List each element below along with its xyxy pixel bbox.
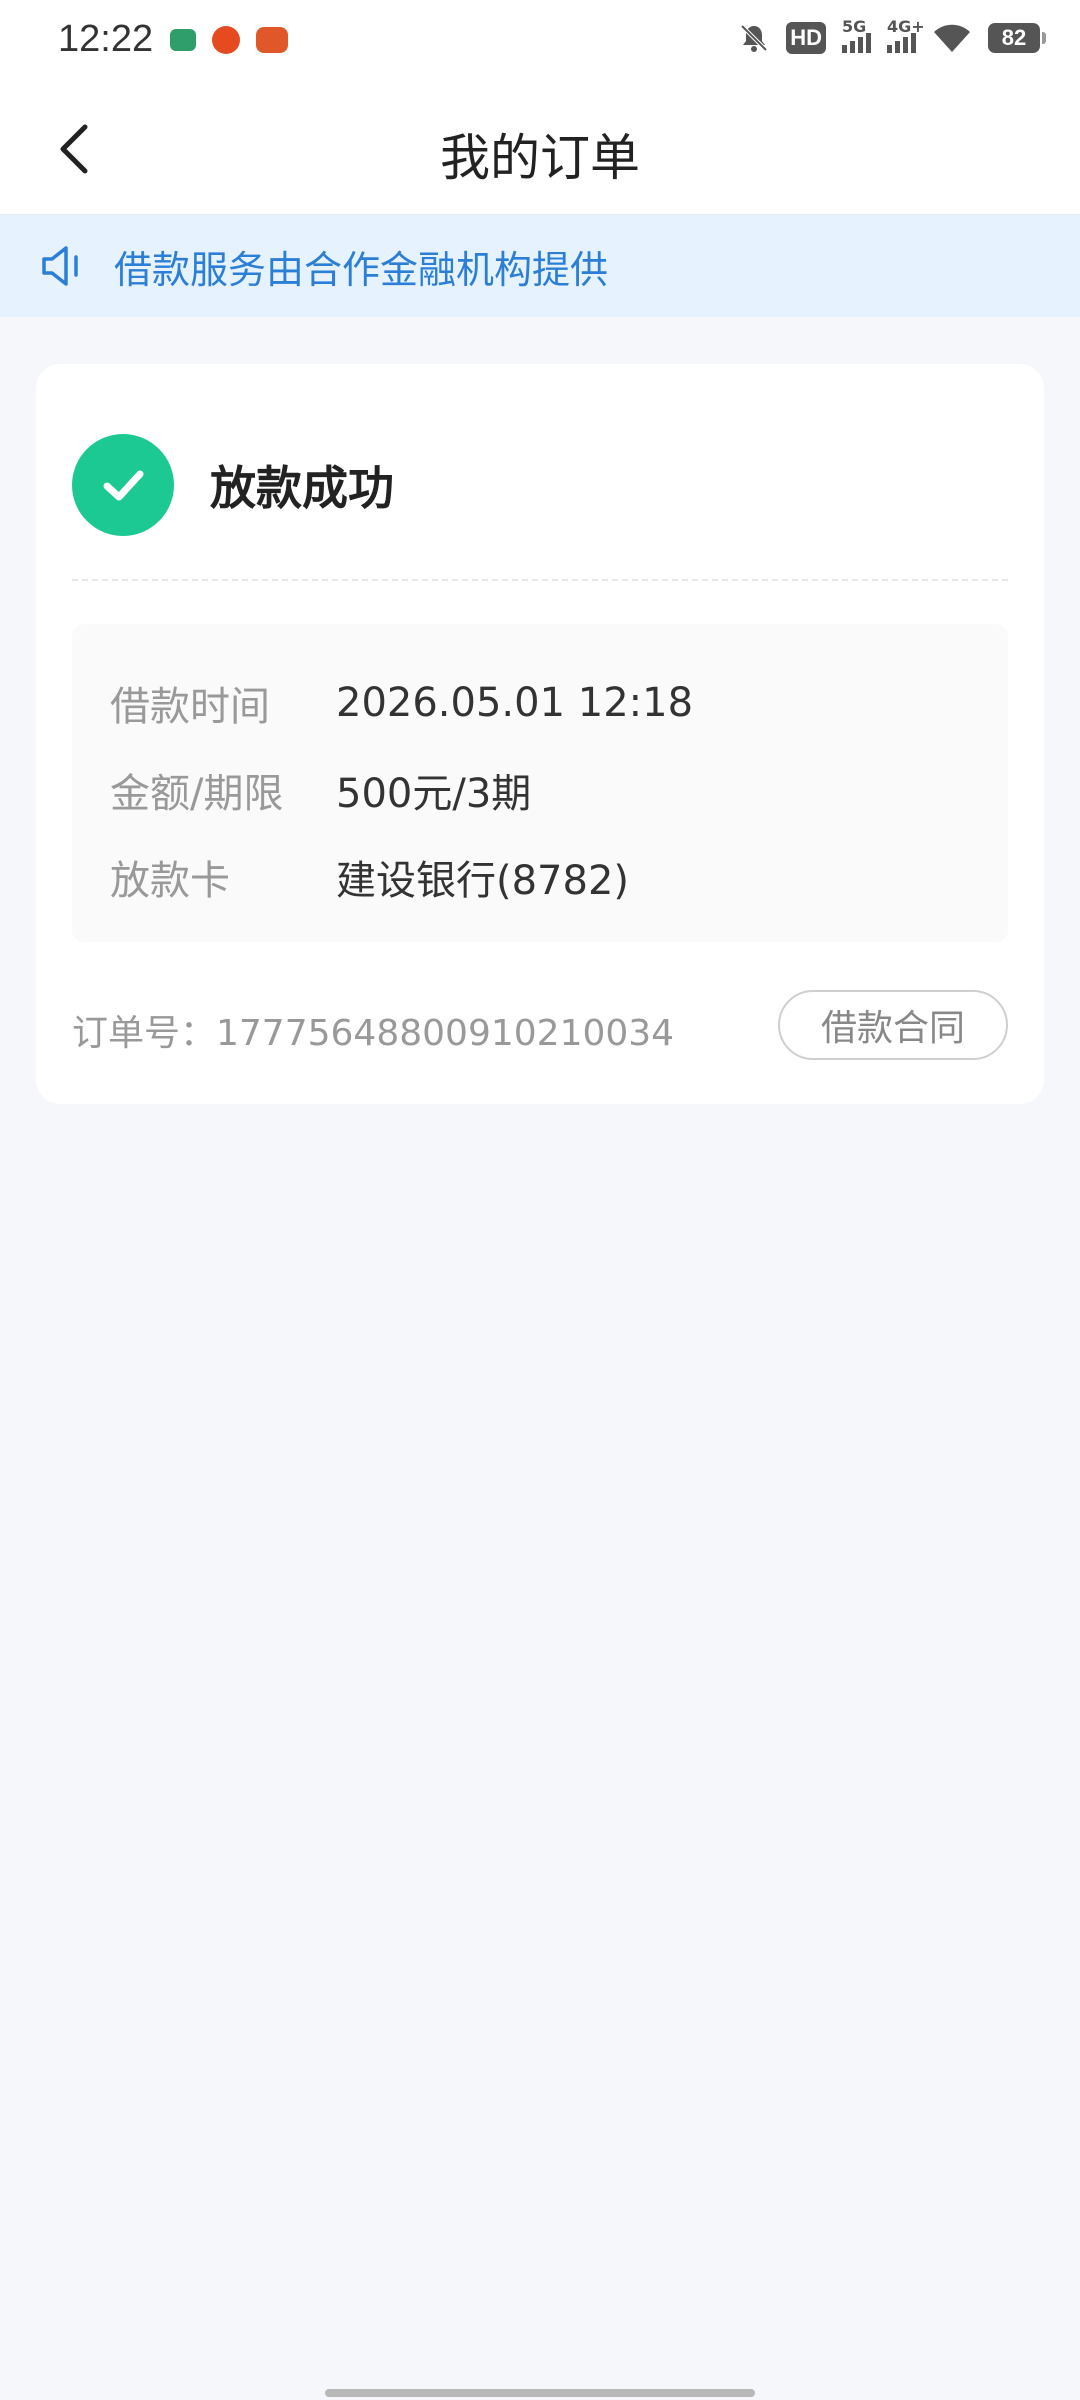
order-info-box: 借款时间 2026.05.01 12:18 金额/期限 500元/3期 放款卡 …: [72, 624, 1008, 942]
order-status-title: 放款成功: [210, 461, 394, 515]
info-row-payout-card: 放款卡 建设银行(8782): [110, 848, 629, 906]
status-indicators: HD 5G 4G+ 82: [738, 17, 1046, 54]
app-notification-icon: [256, 27, 288, 53]
notice-banner: 借款服务由合作金融机构提供: [0, 215, 1080, 317]
notification-app-icons: [170, 26, 288, 54]
app-notification-icon: [170, 29, 196, 51]
info-value: 2026.05.01 12:18: [336, 680, 694, 726]
gesture-navigation-bar[interactable]: [325, 2389, 755, 2397]
info-value: 500元/3期: [336, 771, 532, 817]
order-number: 订单号：1777564880091021003​4: [72, 1013, 675, 1054]
app-notification-icon: [212, 26, 240, 54]
hd-icon: HD: [786, 22, 826, 54]
signal-5g-icon: 5G: [842, 17, 871, 53]
info-label: 借款时间: [110, 684, 270, 730]
order-status-row: 放款成功: [72, 434, 394, 536]
info-label: 金额/期限: [110, 771, 284, 817]
page-title: 我的订单: [440, 129, 640, 187]
order-card: 放款成功 借款时间 2026.05.01 12:18 金额/期限 500元/3期…: [36, 364, 1044, 1104]
status-time: 12:22: [58, 18, 154, 60]
wifi-icon: [932, 22, 972, 54]
divider: [72, 579, 1008, 581]
notice-text: 借款服务由合作金融机构提供: [114, 247, 609, 292]
battery-icon: 82: [988, 23, 1046, 53]
navigation-bar: 我的订单: [0, 84, 1080, 215]
speaker-icon: [38, 241, 88, 291]
info-label: 放款卡: [110, 858, 230, 904]
signal-4g-icon: 4G+: [887, 17, 925, 53]
info-row-loan-time: 借款时间 2026.05.01 12:18: [110, 674, 693, 732]
info-row-amount-term: 金额/期限 500元/3期: [110, 761, 531, 819]
info-value: 建设银行(8782): [336, 858, 630, 904]
network-type-label: 4G+: [887, 17, 925, 36]
loan-contract-button[interactable]: 借款合同: [778, 990, 1008, 1060]
checkmark-icon: [72, 434, 174, 536]
status-bar: 12:22 HD 5G 4G+ 82: [0, 0, 1080, 84]
mute-bell-icon: [738, 22, 770, 54]
network-type-label: 5G: [842, 17, 867, 36]
